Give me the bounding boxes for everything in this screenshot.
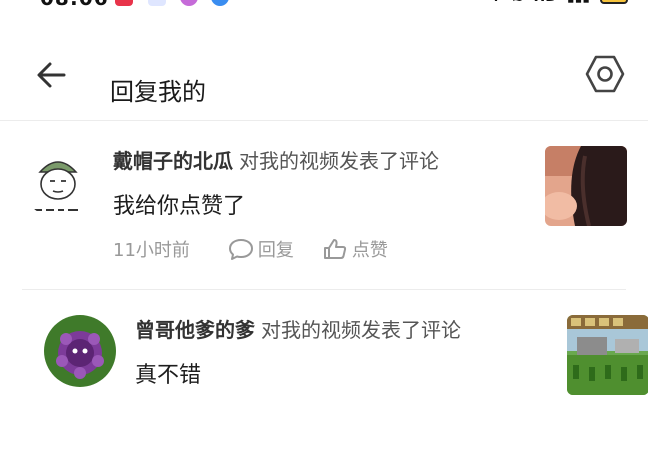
status-bar: 08:06 ✱ ≋ HD ▮▮▮	[0, 0, 648, 14]
video-thumbnail[interactable]	[567, 315, 648, 395]
reply-header: 戴帽子的北瓜 对我的视频发表了评论	[113, 145, 439, 174]
reply-label: 回复	[257, 240, 294, 261]
battery-icon	[600, 0, 628, 4]
game-screenshot-thumbnail	[567, 315, 648, 395]
settings-button[interactable]	[584, 53, 626, 95]
back-button[interactable]	[32, 55, 72, 95]
like-label: 点赞	[351, 240, 388, 261]
pumpkin-helmet-avatar-icon	[22, 146, 94, 218]
page-title: 回复我的	[110, 78, 206, 106]
video-thumbnail[interactable]	[545, 146, 627, 226]
video-thumbnail-image	[545, 146, 627, 226]
signal-icon: ▮▮▮	[567, 0, 590, 5]
comment-bubble-icon	[228, 239, 253, 260]
music-notification-icon	[180, 0, 198, 6]
comment-text: 我给你点赞了	[113, 194, 246, 219]
reply-button[interactable]: 回复	[228, 236, 294, 262]
thumbs-up-icon	[323, 239, 346, 259]
app-notification-icon	[115, 0, 133, 6]
tiktok-notification-icon	[211, 0, 229, 6]
reply-meta: 11小时前 回复 点赞	[113, 236, 416, 262]
network-label: HD	[534, 0, 557, 5]
purple-plant-avatar-icon	[44, 315, 116, 387]
avatar[interactable]	[22, 146, 94, 218]
comment-text: 真不错	[135, 363, 202, 388]
user-name[interactable]: 曾哥他爹的爹	[135, 318, 255, 342]
baidu-notification-icon	[148, 0, 166, 6]
user-name[interactable]: 戴帽子的北瓜	[113, 149, 233, 173]
reply-item[interactable]: 戴帽子的北瓜 对我的视频发表了评论 我给你点赞了 11小时前 回复 点赞	[0, 121, 648, 289]
timestamp: 11小时前	[113, 240, 190, 261]
arrow-left-icon	[37, 62, 66, 88]
reply-header: 曾哥他爹的爹 对我的视频发表了评论	[135, 314, 461, 343]
action-text: 对我的视频发表了评论	[239, 149, 439, 173]
reply-list: 戴帽子的北瓜 对我的视频发表了评论 我给你点赞了 11小时前 回复 点赞 曾哥他…	[0, 121, 648, 458]
reply-item[interactable]: 曾哥他爹的爹 对我的视频发表了评论 真不错	[22, 289, 648, 458]
status-time: 08:06	[40, 0, 109, 10]
action-text: 对我的视频发表了评论	[261, 318, 461, 342]
avatar[interactable]	[44, 315, 116, 387]
hexagon-settings-icon	[585, 55, 625, 93]
header: 回复我的	[0, 20, 648, 121]
bluetooth-icon: ✱	[490, 0, 502, 5]
like-button[interactable]: 点赞	[322, 236, 388, 262]
wifi-icon: ≋	[512, 0, 524, 5]
